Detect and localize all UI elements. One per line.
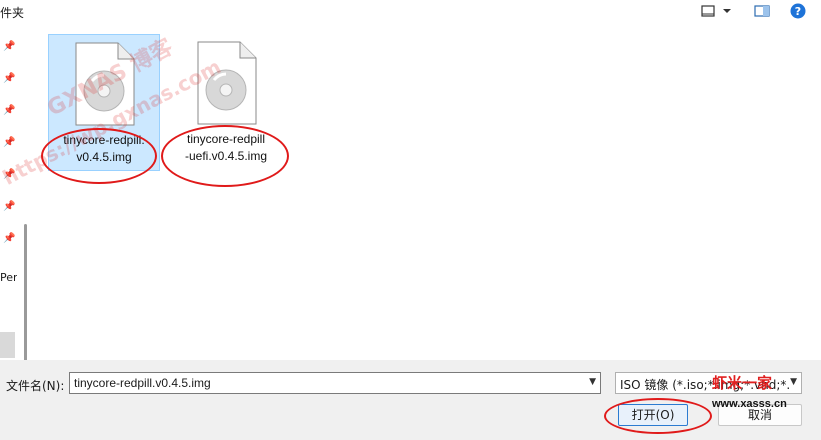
- caret-down-icon[interactable]: [720, 2, 734, 20]
- file-item[interactable]: tinycore-redpill -uefi.v0.4.5.img: [171, 34, 281, 169]
- help-icon[interactable]: ?: [789, 2, 807, 20]
- file-list: tinycore-redpill. v0.4.5.img tinycore-re…: [33, 28, 821, 360]
- pin-icon: 📌: [3, 105, 16, 116]
- nav-scrollbar[interactable]: [24, 224, 27, 366]
- navigation-pane: 📌 📌 📌 📌 📌 📌 📌 Pers: [0, 28, 28, 366]
- pin-icon: 📌: [3, 137, 16, 148]
- filename-label: 文件名(N):: [6, 379, 65, 393]
- file-name-line: -uefi.v0.4.5.img: [184, 149, 268, 163]
- svg-text:?: ?: [795, 5, 801, 18]
- disc-image-icon: [75, 42, 135, 126]
- file-name: tinycore-redpill -uefi.v0.4.5.img: [171, 131, 281, 165]
- file-name-line: tinycore-redpill.: [63, 133, 145, 147]
- window-title: 件夹: [0, 6, 25, 20]
- file-name: tinycore-redpill. v0.4.5.img: [49, 132, 159, 166]
- file-item[interactable]: tinycore-redpill. v0.4.5.img: [48, 34, 160, 171]
- nav-item-selected[interactable]: [0, 332, 15, 358]
- brand-url: www.xasss.cn: [712, 398, 787, 410]
- disc-image-icon: [197, 41, 257, 125]
- preview-pane-icon[interactable]: [752, 2, 772, 20]
- filename-value[interactable]: tinycore-redpill.v0.4.5.img: [74, 376, 211, 390]
- pin-icon: 📌: [3, 169, 16, 180]
- filetype-select[interactable]: ISO 镜像 (*.iso;*.img;*.vhd;*. ▼: [615, 372, 802, 394]
- toolbar: 件夹 ?: [0, 0, 821, 24]
- bottom-bar: 文件名(N): tinycore-redpill.v0.4.5.img ▼ IS…: [0, 360, 821, 440]
- pin-icon: 📌: [3, 41, 16, 52]
- nav-item-label[interactable]: Pers: [0, 271, 17, 284]
- brand-watermark: 虾米一家: [712, 374, 773, 392]
- chevron-down-icon[interactable]: ▼: [589, 377, 596, 387]
- pin-icon: 📌: [3, 201, 16, 212]
- pin-icon: 📌: [3, 73, 16, 84]
- filename-input[interactable]: tinycore-redpill.v0.4.5.img ▼: [69, 372, 601, 394]
- file-name-line: v0.4.5.img: [76, 150, 132, 164]
- file-name-line: tinycore-redpill: [186, 132, 266, 146]
- open-button[interactable]: 打开(O): [618, 404, 688, 426]
- chevron-down-icon[interactable]: ▼: [788, 377, 797, 387]
- view-list-icon[interactable]: [700, 2, 716, 20]
- pin-icon: 📌: [3, 233, 16, 244]
